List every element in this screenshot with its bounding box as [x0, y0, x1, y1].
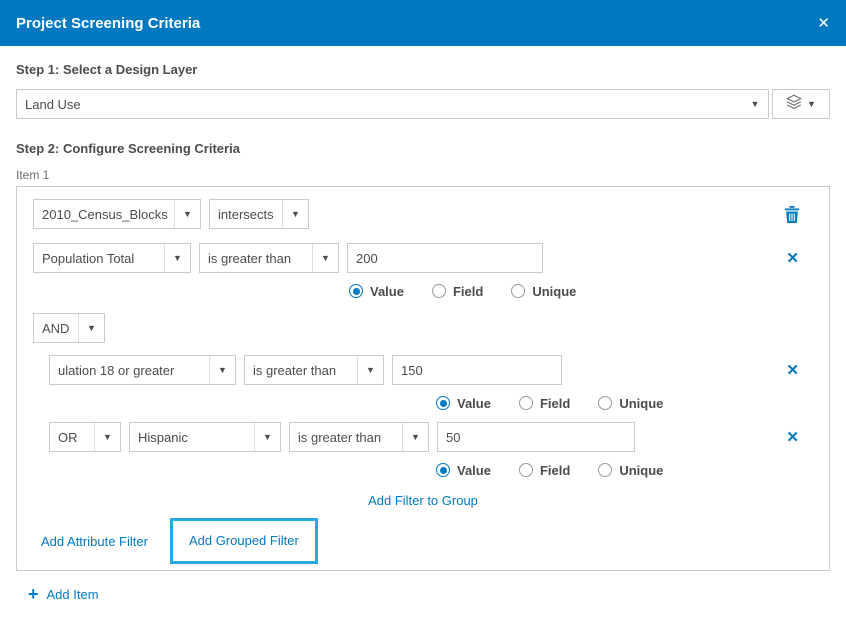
chevron-down-icon: ▼	[164, 244, 190, 272]
chevron-down-icon: ▼	[78, 314, 104, 342]
step1-label: Step 1: Select a Design Layer	[16, 62, 830, 77]
filter-field-select[interactable]: Population Total ▼	[33, 243, 191, 273]
filter-layer-select[interactable]: 2010_Census_Blocks ▼	[33, 199, 201, 229]
chevron-down-icon: ▼	[742, 90, 768, 118]
filter-mode-row: Value Field Unique	[436, 461, 813, 479]
logic-operator-select[interactable]: AND ▼	[33, 313, 105, 343]
filter-field-value: Hispanic	[130, 430, 254, 445]
filter-value-input[interactable]	[392, 355, 562, 385]
chevron-down-icon: ▼	[402, 423, 428, 451]
radio-selected-icon	[436, 463, 450, 477]
filter-operator-select[interactable]: is greater than ▼	[199, 243, 339, 273]
filter-value-input[interactable]	[347, 243, 543, 273]
mode-radio-unique[interactable]: Unique	[598, 396, 663, 411]
filter-mode-row: Value Field Unique	[349, 282, 813, 300]
step2-label: Step 2: Configure Screening Criteria	[16, 141, 830, 156]
mode-radio-value[interactable]: Value	[436, 396, 491, 411]
add-filter-to-group-row: Add Filter to Group	[33, 492, 813, 508]
chevron-down-icon: ▼	[357, 356, 383, 384]
delete-item-button[interactable]	[785, 206, 799, 223]
dialog-title: Project Screening Criteria	[16, 15, 200, 32]
chevron-down-icon: ▼	[209, 356, 235, 384]
filter-operator-value: is greater than	[200, 251, 312, 266]
spatial-operator-value: intersects	[210, 207, 282, 222]
layer-operator-row: 2010_Census_Blocks ▼ intersects ▼	[33, 199, 813, 229]
remove-filter-button[interactable]: ✕	[786, 363, 799, 378]
filter-operator-select[interactable]: is greater than ▼	[289, 422, 429, 452]
mode-radio-field[interactable]: Field	[432, 284, 483, 299]
add-grouped-filter-link[interactable]: Add Grouped Filter	[189, 533, 299, 548]
radio-selected-icon	[436, 396, 450, 410]
trash-icon	[785, 206, 799, 223]
filter-field-value: ulation 18 or greater	[50, 363, 209, 378]
filter-field-value: Population Total	[34, 251, 164, 266]
radio-unselected-icon	[598, 396, 612, 410]
mode-radio-field[interactable]: Field	[519, 463, 570, 478]
chevron-down-icon: ▼	[807, 99, 816, 109]
dialog-header: Project Screening Criteria ✕	[0, 0, 846, 46]
remove-filter-button[interactable]: ✕	[786, 251, 799, 266]
panel-bottom-links: Add Attribute Filter Add Grouped Filter	[33, 518, 813, 564]
dialog-body: Step 1: Select a Design Layer Land Use ▼…	[0, 46, 846, 603]
filter-row: Population Total ▼ is greater than ▼ ✕	[33, 243, 813, 273]
mode-radio-field[interactable]: Field	[519, 396, 570, 411]
radio-unselected-icon	[519, 463, 533, 477]
filter-operator-select[interactable]: is greater than ▼	[244, 355, 384, 385]
filter-mode-row: Value Field Unique	[436, 394, 813, 412]
add-attribute-filter-link[interactable]: Add Attribute Filter	[41, 534, 148, 549]
project-screening-dialog: Project Screening Criteria ✕ Step 1: Sel…	[0, 0, 846, 632]
filter-row: ulation 18 or greater ▼ is greater than …	[49, 355, 813, 385]
filter-layer-value: 2010_Census_Blocks	[34, 207, 174, 222]
logic-operator-select[interactable]: OR ▼	[49, 422, 121, 452]
mode-radio-value[interactable]: Value	[436, 463, 491, 478]
filter-operator-value: is greater than	[245, 363, 357, 378]
radio-unselected-icon	[598, 463, 612, 477]
spatial-operator-select[interactable]: intersects ▼	[209, 199, 309, 229]
add-filter-to-group-link[interactable]: Add Filter to Group	[368, 493, 478, 508]
chevron-down-icon: ▼	[282, 200, 308, 228]
add-grouped-filter-highlight: Add Grouped Filter	[170, 518, 318, 564]
chevron-down-icon: ▼	[94, 423, 120, 451]
layers-icon	[786, 94, 802, 115]
add-item-label: Add Item	[47, 587, 99, 602]
radio-selected-icon	[349, 284, 363, 298]
chevron-down-icon: ▼	[254, 423, 280, 451]
screening-item-panel: 2010_Census_Blocks ▼ intersects ▼	[16, 186, 830, 571]
plus-icon: +	[28, 585, 39, 603]
chevron-down-icon: ▼	[312, 244, 338, 272]
filter-group: ulation 18 or greater ▼ is greater than …	[49, 355, 813, 479]
logic-operator-value: OR	[50, 430, 94, 445]
filter-operator-value: is greater than	[290, 430, 402, 445]
logic-operator-value: AND	[34, 321, 78, 336]
close-icon[interactable]: ✕	[817, 16, 830, 31]
filter-field-select[interactable]: Hispanic ▼	[129, 422, 281, 452]
chevron-down-icon: ▼	[174, 200, 200, 228]
design-layer-value: Land Use	[17, 97, 742, 112]
layer-list-button[interactable]: ▼	[772, 89, 830, 119]
remove-filter-button[interactable]: ✕	[786, 430, 799, 445]
logic-operator-row: AND ▼	[33, 313, 813, 343]
mode-radio-unique[interactable]: Unique	[598, 463, 663, 478]
mode-radio-unique[interactable]: Unique	[511, 284, 576, 299]
design-layer-select[interactable]: Land Use ▼	[16, 89, 769, 119]
item-label: Item 1	[16, 168, 830, 182]
filter-row: OR ▼ Hispanic ▼ is greater than ▼ ✕	[49, 422, 813, 452]
add-item-button[interactable]: + Add Item	[16, 585, 830, 603]
filter-value-input[interactable]	[437, 422, 635, 452]
radio-unselected-icon	[432, 284, 446, 298]
radio-unselected-icon	[519, 396, 533, 410]
radio-unselected-icon	[511, 284, 525, 298]
mode-radio-value[interactable]: Value	[349, 284, 404, 299]
filter-field-select[interactable]: ulation 18 or greater ▼	[49, 355, 236, 385]
design-layer-row: Land Use ▼ ▼	[16, 89, 830, 119]
